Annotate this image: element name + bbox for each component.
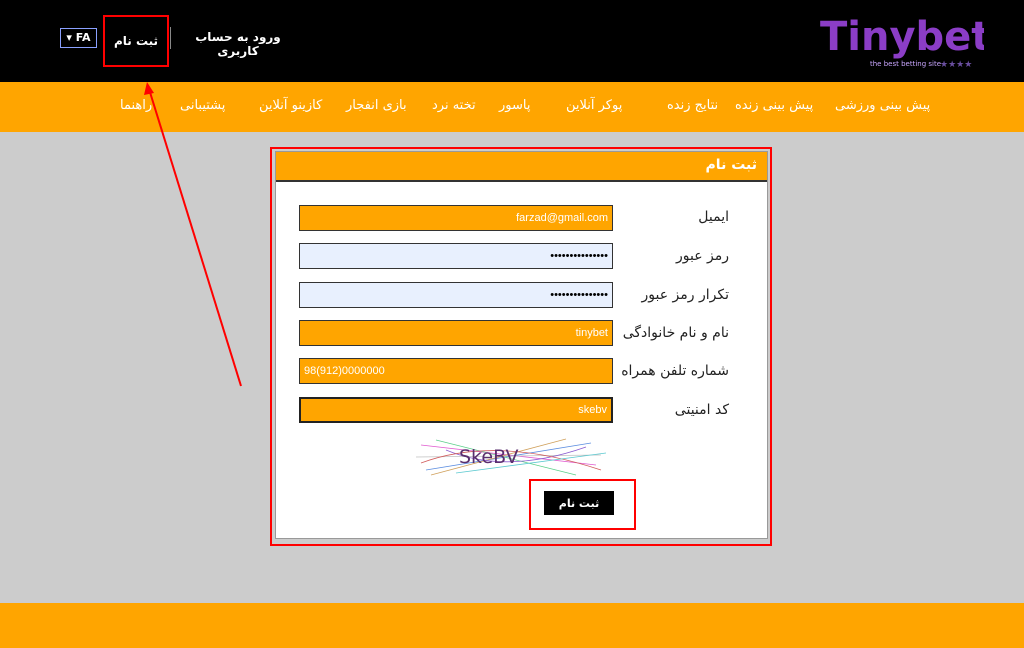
menu-item-live-results[interactable]: نتایج زنده xyxy=(667,98,718,113)
menu-item-help[interactable]: راهنما xyxy=(120,98,152,113)
svg-text:Tinybet: Tinybet xyxy=(820,14,984,60)
main-menu: پیش بینی ورزشی پیش بینی زنده نتایج زنده … xyxy=(0,82,1024,132)
caret-down-icon: ▾ xyxy=(66,31,72,44)
menu-item-support[interactable]: پشتیبانی xyxy=(180,98,225,113)
language-selector[interactable]: ▾ FA xyxy=(60,28,97,48)
svg-text:SkeBV: SkeBV xyxy=(459,446,519,468)
register-submit-button[interactable]: ثبت نام xyxy=(544,491,614,515)
email-field[interactable]: farzad@gmail.com xyxy=(299,205,613,231)
captcha-field[interactable]: skebv xyxy=(299,397,613,423)
menu-item-pasur[interactable]: پاسور xyxy=(499,98,530,113)
language-label: FA xyxy=(75,31,91,44)
register-link[interactable]: ثبت نام xyxy=(103,15,169,67)
form-title: ثبت نام xyxy=(276,152,767,182)
register-form: ثبت نام ایمیل farzad@gmail.com رمز عبور … xyxy=(275,151,768,539)
menu-item-backgammon[interactable]: تخته نرد xyxy=(432,98,476,113)
footer-bar xyxy=(0,603,1024,648)
tinybet-logo[interactable]: Tinybet the best betting site ★★★★ xyxy=(818,10,984,68)
login-link[interactable]: ورود به حساب کاربری xyxy=(178,30,298,58)
menu-item-online-casino[interactable]: کازینو آنلاین xyxy=(259,98,322,113)
password-field[interactable]: ••••••••••••••• xyxy=(299,243,613,269)
svg-text:the best betting site: the best betting site xyxy=(870,60,941,68)
divider xyxy=(170,27,171,49)
menu-item-crash-game[interactable]: بازی انفجار xyxy=(346,98,407,113)
fullname-field[interactable]: tinybet xyxy=(299,320,613,346)
svg-text:★★★★: ★★★★ xyxy=(940,60,972,68)
menu-item-live-betting[interactable]: پیش بینی زنده xyxy=(735,98,813,113)
phone-field[interactable]: 98(912)0000000 xyxy=(299,358,613,384)
menu-item-online-poker[interactable]: پوکر آنلاین xyxy=(566,98,622,113)
confirm-password-field[interactable]: ••••••••••••••• xyxy=(299,282,613,308)
captcha-image: SkeBV xyxy=(416,438,606,476)
top-header: Tinybet the best betting site ★★★★ ▾ FA … xyxy=(0,0,1024,82)
menu-item-sports-betting[interactable]: پیش بینی ورزشی xyxy=(835,98,930,113)
